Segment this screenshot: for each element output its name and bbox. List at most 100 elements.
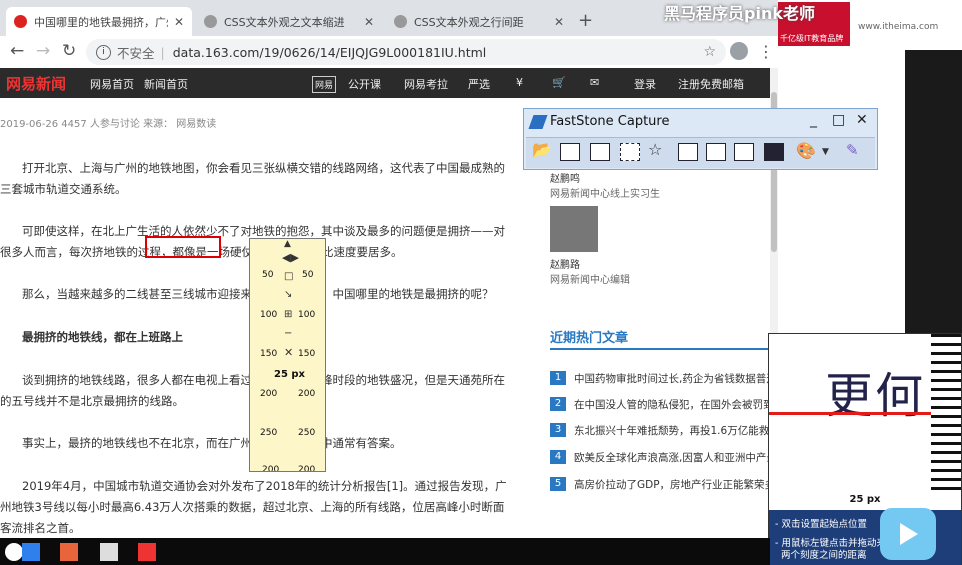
- globe-icon: [394, 15, 407, 28]
- ruler-tick-label: 50: [302, 270, 314, 280]
- faststone-capture-window: FastStone Capture _ □ ✕ 📂 ☆ 🎨 ▼ ✎: [523, 108, 878, 170]
- globe-icon: [204, 15, 217, 28]
- forward-icon[interactable]: →: [36, 41, 50, 61]
- account-avatar-icon[interactable]: [730, 42, 748, 60]
- faststone-taskbar-icon[interactable]: [138, 543, 156, 561]
- hot-rank: 2: [550, 397, 566, 411]
- info-icon[interactable]: i: [96, 44, 111, 60]
- tab-bar: 中国哪里的地铁最拥挤，广州3号 ✕ CSS文本外观之文本缩进 ✕ CSS文本外观…: [0, 0, 778, 36]
- close-icon[interactable]: ✕: [554, 15, 564, 29]
- channel-watermark: 黑马程序员pink老师: [664, 4, 815, 23]
- bookmark-star-icon[interactable]: ☆: [703, 44, 716, 60]
- close-icon[interactable]: ✕: [284, 346, 293, 359]
- arrow-up-icon[interactable]: ▲: [284, 239, 291, 249]
- diagonal-icon[interactable]: ↘: [284, 289, 292, 300]
- ruler-tick-label: 100: [298, 310, 316, 320]
- url-input[interactable]: i 不安全 | data.163.com/19/0626/14/EIJQJG9L…: [86, 39, 726, 65]
- bilibili-tv-icon: [880, 508, 936, 560]
- nav-register[interactable]: 注册免费邮箱: [678, 76, 744, 92]
- powerpoint-icon[interactable]: [60, 543, 78, 561]
- hot-article-link[interactable]: 东北振兴十年难抵颓势，再投1.6万亿能救经济吗: [574, 423, 768, 438]
- hot-article-link[interactable]: 高房价拉动了GDP，房地产行业正能繁荣多久: [574, 477, 768, 492]
- close-icon[interactable]: ✕: [856, 112, 868, 128]
- nav-news[interactable]: 新闻首页: [144, 76, 188, 92]
- hot-article-link[interactable]: 欧美反全球化声浪高涨,因富人和亚洲中产最受益: [574, 450, 768, 465]
- capture-freehand-icon[interactable]: ☆: [648, 140, 668, 159]
- mail-icon[interactable]: ✉: [590, 76, 599, 89]
- open-folder-icon[interactable]: 📂: [532, 140, 552, 159]
- paragraph: 2019年4月，中国城市轨道交通协会对外发布了2018年的统计分析报告[1]。通…: [0, 479, 507, 535]
- ruler-measure: 25 px: [274, 369, 306, 380]
- screen-recorder-icon[interactable]: [764, 143, 784, 161]
- site-nav: 网易新闻 网易首页 新闻首页 网易 公开课 网易考拉 严选 ¥ 🛒 ✉ 登录 注…: [0, 68, 770, 98]
- separator: |: [160, 44, 165, 60]
- paragraph: 打开北京、上海与广州的地铁地图，你会看见三张纵横交错的线路网络，这代表了中国最成…: [0, 161, 505, 196]
- magnified-text: 更何: [825, 368, 926, 424]
- capture-fullscreen-icon[interactable]: [678, 143, 698, 161]
- resize-arrows-icon[interactable]: ◀▶: [282, 251, 299, 264]
- faststone-logo-icon: [528, 115, 548, 129]
- red-highlight-box: [145, 236, 221, 258]
- hot-rank: 5: [550, 477, 566, 491]
- nav-mobile[interactable]: 网易: [312, 76, 337, 93]
- hot-rank: 1: [550, 371, 566, 385]
- ruler-tick-label: 200: [298, 465, 316, 472]
- chrome-icon[interactable]: [5, 543, 23, 561]
- menu-icon[interactable]: ⋮: [758, 42, 774, 61]
- author-avatar[interactable]: [550, 206, 598, 252]
- capture-fixed-region-icon[interactable]: [734, 143, 754, 161]
- ruler-tool-icon[interactable]: ✎: [846, 141, 859, 159]
- nav-home[interactable]: 网易首页: [90, 76, 134, 92]
- ruler-tick-label: 250: [260, 428, 278, 438]
- site-logo[interactable]: 网易新闻: [6, 73, 66, 94]
- divider: [550, 348, 768, 350]
- hot-article-link[interactable]: 在中国没人管的隐私侵犯，在国外会被罚到破产: [574, 397, 768, 412]
- close-icon[interactable]: ✕: [174, 15, 184, 29]
- new-tab-button[interactable]: +: [578, 10, 593, 31]
- author-name[interactable]: 赵鹏鸣: [550, 170, 580, 185]
- plus-box-icon[interactable]: ⊞: [284, 309, 292, 320]
- ruler-tick-label: 150: [298, 349, 316, 359]
- dark-panel: [905, 50, 962, 333]
- hot-article-link[interactable]: 中国药物审批时间过长,药企为省钱数据普遍造假: [574, 371, 768, 386]
- minus-icon[interactable]: −: [284, 328, 292, 339]
- capture-object-icon[interactable]: [590, 143, 610, 161]
- chevron-down-icon[interactable]: ▼: [822, 147, 829, 157]
- nav-finance[interactable]: ¥: [516, 76, 523, 89]
- author-name[interactable]: 赵鹏路: [550, 256, 580, 271]
- author-desc: 网易新闻中心编辑: [550, 275, 630, 286]
- capture-scrolling-icon[interactable]: [706, 143, 726, 161]
- vscode-icon[interactable]: [22, 543, 40, 561]
- play-icon: [900, 523, 918, 545]
- capture-window-icon[interactable]: [560, 143, 580, 161]
- hot-rank: 3: [550, 423, 566, 437]
- nav-yanxuan[interactable]: 严选: [468, 76, 490, 92]
- article-meta: 2019-06-26 4457 人参与讨论 来源： 网易数读: [0, 119, 217, 130]
- paint-icon[interactable]: [100, 543, 118, 561]
- palette-icon[interactable]: 🎨: [796, 141, 816, 160]
- screen-ruler[interactable]: 50 50 100 100 150 150 200 200 250 250 20…: [249, 238, 326, 472]
- ruler-tick-label: 150: [260, 349, 278, 359]
- nav-kaola[interactable]: 网易考拉: [404, 76, 448, 92]
- ruler-tick-label: 200: [262, 465, 280, 472]
- tab-3[interactable]: CSS文本外观之行间距 ✕: [386, 7, 572, 36]
- ruler-tick-label: 250: [298, 428, 316, 438]
- ruler-tick-label: 100: [260, 310, 278, 320]
- author-desc: 网易新闻中心线上实习生: [550, 189, 660, 200]
- close-icon[interactable]: ✕: [364, 15, 374, 29]
- maximize-icon[interactable]: □: [832, 112, 845, 128]
- ruler-tick-label: 50: [262, 270, 274, 280]
- back-icon[interactable]: ←: [10, 41, 24, 61]
- nav-opencourse[interactable]: 公开课: [348, 76, 381, 92]
- tab-active[interactable]: 中国哪里的地铁最拥挤，广州3号 ✕: [6, 7, 192, 36]
- tip-line: 两个刻度之间的距离: [781, 550, 867, 561]
- minimize-icon[interactable]: _: [810, 112, 817, 128]
- tab-title: CSS文本外观之文本缩进: [224, 15, 345, 29]
- nav-login[interactable]: 登录: [634, 76, 656, 92]
- tab-2[interactable]: CSS文本外观之文本缩进 ✕: [196, 7, 382, 36]
- brand-url: www.itheima.com: [858, 22, 939, 32]
- reload-icon[interactable]: ↻: [62, 41, 76, 61]
- capture-rect-icon[interactable]: [620, 143, 640, 161]
- cart-icon[interactable]: 🛒: [552, 76, 566, 89]
- square-icon[interactable]: □: [284, 271, 293, 282]
